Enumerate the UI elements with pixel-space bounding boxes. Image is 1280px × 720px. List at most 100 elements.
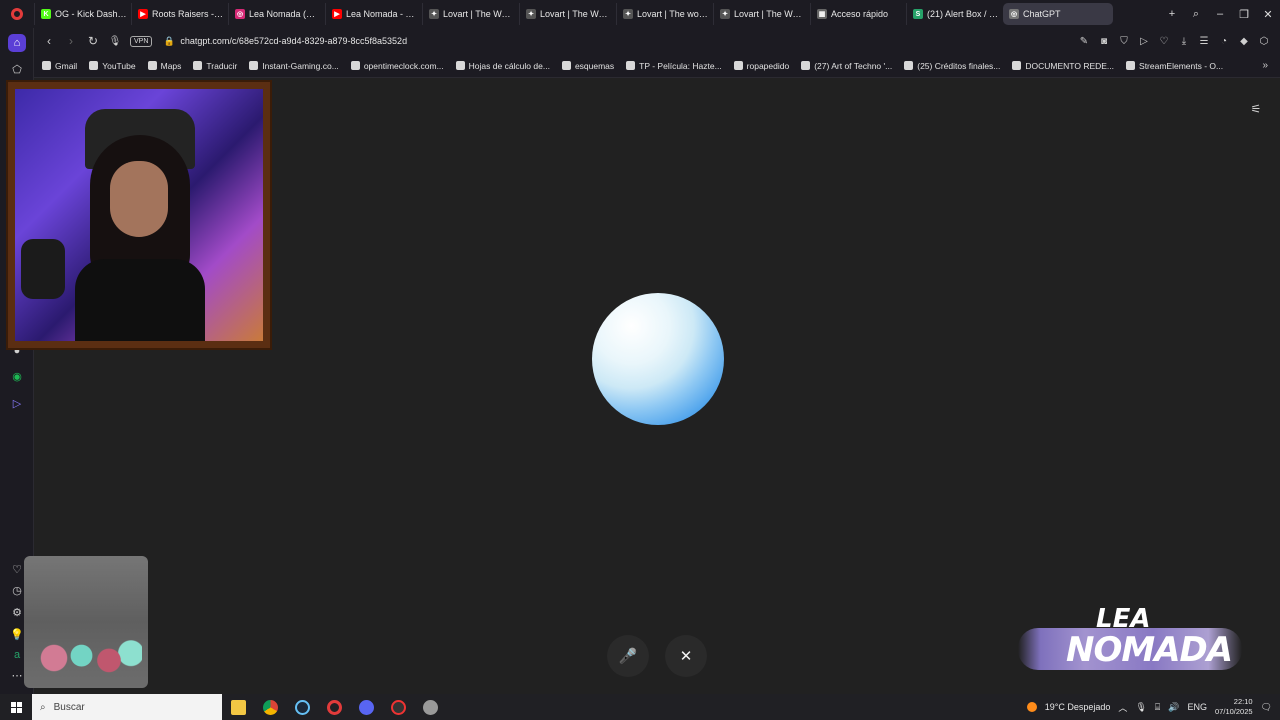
tab-label: Acceso rápido — [831, 9, 889, 19]
bookmark-icon — [626, 61, 636, 70]
tab-favicon-icon: K — [41, 9, 51, 19]
weather-text[interactable]: 19°C Despejado — [1045, 702, 1111, 712]
taskbar-search[interactable]: ⌕ Buscar — [32, 694, 222, 720]
bookmark-label: StreamElements - O... — [1139, 60, 1224, 71]
new-tab-icon[interactable]: + — [1160, 0, 1184, 28]
close-window-icon[interactable]: ✕ — [1256, 0, 1280, 28]
windows-taskbar: ⌕ Buscar 19°C Despejado ︿ 🎙 ⌸ 🔊 ENG 22:1… — [0, 694, 1280, 720]
notifications-icon[interactable]: 🗨 — [1261, 702, 1272, 713]
pinboard-icon[interactable]: ⬠ — [8, 60, 26, 78]
browser-tab[interactable]: ▦ Acceso rápido — [810, 3, 906, 25]
close-voice-button[interactable]: ✕ — [665, 635, 707, 677]
discord-icon[interactable] — [350, 694, 382, 720]
profile-icon[interactable]: ◔ — [1214, 30, 1234, 52]
tab-favicon-icon: ◎ — [235, 9, 245, 19]
vpn-badge[interactable]: VPN — [130, 35, 153, 47]
spotify-icon[interactable]: ◉ — [8, 367, 26, 385]
tab-favicon-icon: ✦ — [429, 9, 439, 19]
obs-icon[interactable] — [382, 694, 414, 720]
bookmark-item[interactable]: esquemas — [561, 60, 615, 71]
bookmark-label: esquemas — [574, 60, 615, 71]
microphone-icon: 🎤 — [618, 648, 638, 665]
bookmarks-more-icon[interactable]: » — [1262, 60, 1268, 71]
play-icon[interactable]: ▷ — [1134, 30, 1154, 52]
steam-icon[interactable] — [286, 694, 318, 720]
voice-settings-icon[interactable]: ⚟ — [1248, 101, 1264, 117]
tray-mic-icon[interactable]: 🎙 — [1135, 702, 1146, 713]
browser-tab[interactable]: ✦ Lovart | The World's F — [422, 3, 519, 25]
reload-icon[interactable]: ↻ — [82, 30, 104, 52]
clock[interactable]: 22:10 07/10/2025 — [1215, 697, 1253, 717]
windows-start-icon[interactable] — [0, 694, 32, 720]
webcam-feed — [15, 89, 263, 341]
bookmark-item[interactable]: Hojas de cálculo de... — [455, 61, 550, 71]
browser-tab[interactable]: ✦ Lovart | The World's F — [713, 3, 810, 25]
bookmark-item[interactable]: (25) Créditos finales... — [904, 61, 1000, 71]
file-explorer-icon[interactable] — [222, 694, 254, 720]
heart-icon[interactable]: ♡ — [1154, 30, 1174, 52]
browser-tab[interactable]: S (21) Alert Box / Strea — [906, 3, 1003, 25]
voice-orb — [592, 293, 724, 425]
tab-favicon-icon: ✦ — [720, 9, 730, 19]
bookmark-item[interactable]: Maps — [147, 61, 181, 71]
opera-logo-icon[interactable] — [0, 0, 34, 28]
shield-icon[interactable]: ⛉ — [1114, 30, 1134, 52]
volume-icon[interactable]: 🔊 — [1168, 702, 1179, 713]
browser-tab[interactable]: ✦ Lovart | The world's fi — [616, 3, 713, 25]
tab-label: Roots Raisers - YouTu — [152, 9, 224, 19]
url-field[interactable]: chatgpt.com/c/68e572cd-a9d4-8329-a879-8c… — [180, 36, 1074, 46]
camera-icon[interactable]: ◙ — [1094, 30, 1114, 52]
app-icon[interactable] — [414, 694, 446, 720]
dice-image — [32, 634, 142, 682]
restore-icon[interactable]: ❐ — [1232, 0, 1256, 28]
forward-icon[interactable]: › — [60, 30, 82, 52]
opera-taskbar-icon[interactable] — [318, 694, 350, 720]
clock-time: 22:10 — [1233, 697, 1253, 706]
microphone-button[interactable]: 🎤 — [607, 635, 649, 677]
browser-tab[interactable]: ◎ Lea Nomada (@leano — [228, 3, 325, 25]
bookmark-item[interactable]: opentimeclock.com... — [350, 60, 444, 71]
browser-tab[interactable]: K OG - Kick Dashboard — [34, 3, 131, 25]
aria-icon[interactable]: ◆ — [1234, 30, 1254, 52]
tab-favicon-icon: ✦ — [526, 9, 536, 19]
bookmark-item[interactable]: DOCUMENTO REDE... — [1012, 61, 1114, 71]
download-icon[interactable]: ⤓ — [1174, 30, 1194, 52]
tab-label: ChatGPT — [1023, 9, 1061, 19]
player-icon[interactable]: ▷ — [8, 394, 26, 412]
tab-label: OG - Kick Dashboard — [55, 9, 127, 19]
extensions-icon[interactable]: ⬡ — [1254, 30, 1274, 52]
bookmark-item[interactable]: Traducir — [193, 61, 237, 71]
browser-tab[interactable]: ◎ ChatGPT — [1003, 3, 1113, 25]
bookmark-label: opentimeclock.com... — [363, 60, 444, 71]
lea-nomada-logo: LEA NOMADA — [1018, 604, 1242, 688]
chrome-icon[interactable] — [254, 694, 286, 720]
edit-icon[interactable]: ✎ — [1074, 30, 1094, 52]
bookmark-item[interactable]: (27) Art of Techno '... — [801, 61, 892, 71]
bookmark-label: (27) Art of Techno '... — [814, 60, 893, 71]
bookmark-item[interactable]: Instant-Gaming.co... — [249, 61, 339, 71]
browser-tab[interactable]: ▶ Lea Nomada - YouTu — [325, 3, 422, 25]
bookmark-item[interactable]: ropapedido — [733, 61, 789, 71]
browser-tab[interactable]: ▶ Roots Raisers - YouTu — [131, 3, 228, 25]
language-indicator[interactable]: ENG — [1188, 702, 1208, 712]
bookmark-icon — [455, 61, 465, 70]
bookmark-item[interactable]: TP - Película: Hazte... — [626, 61, 722, 71]
browser-tab[interactable]: ✦ Lovart | The World's F — [519, 3, 616, 25]
tray-chevron-icon[interactable]: ︿ — [1118, 701, 1127, 714]
bookmark-label: Instant-Gaming.co... — [262, 60, 339, 71]
close-icon: ✕ — [679, 648, 693, 665]
webcam-overlay — [6, 80, 272, 350]
minimize-icon[interactable]: – — [1208, 0, 1232, 28]
menu-icon[interactable]: ☰ — [1194, 30, 1214, 52]
bookmark-item[interactable]: StreamElements - O... — [1126, 61, 1223, 71]
back-icon[interactable]: ‹ — [38, 30, 60, 52]
tab-favicon-icon: ▦ — [817, 9, 827, 19]
dice-widget-overlay — [24, 556, 148, 688]
microphone-small-icon[interactable]: 🎙 — [104, 30, 126, 52]
network-icon[interactable]: ⌸ — [1155, 702, 1160, 713]
search-tabs-icon[interactable]: ⌕ — [1184, 0, 1208, 28]
bookmark-item[interactable]: YouTube — [89, 61, 136, 71]
bookmark-icon — [733, 61, 743, 70]
bookmark-item[interactable]: Gmail — [42, 61, 77, 71]
home-icon[interactable]: ⌂ — [8, 34, 26, 52]
